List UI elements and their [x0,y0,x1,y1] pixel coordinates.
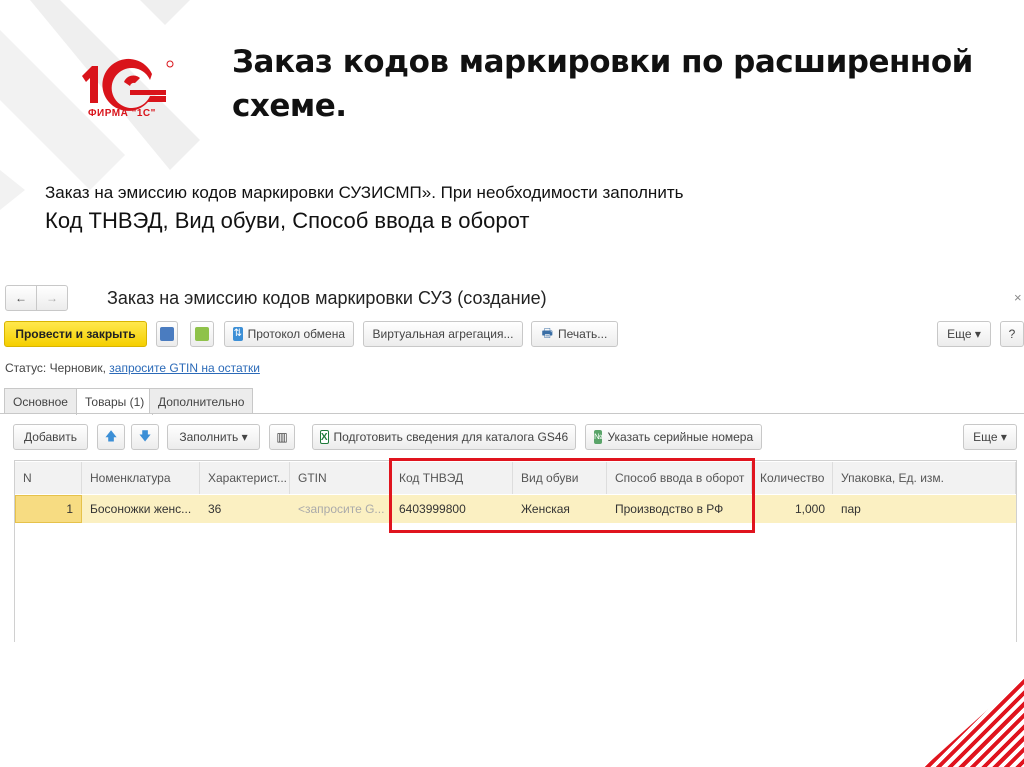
column-header[interactable]: Количество [752,462,833,494]
tab-additional[interactable]: Дополнительно [149,388,254,414]
virtual-aggregation-button[interactable]: Виртуальная агрегация... [363,321,523,347]
status-line: Статус: Черновик, запросите GTIN на оста… [5,361,260,375]
table-cell[interactable]: пар [833,495,1016,523]
post-and-close-button[interactable]: Провести и закрыть [4,321,147,347]
highlight-box [389,458,755,533]
table-cell[interactable]: Босоножки женс... [82,495,200,523]
serial-numbers-button[interactable]: № Указать серийные номера [585,424,762,450]
tabs-divider [0,413,1024,414]
table-cell[interactable]: 1,000 [752,495,833,523]
table-more-button[interactable]: Еще ▾ [963,424,1017,450]
column-header[interactable]: Упаковка, Ед. изм. [833,462,1016,494]
tab-goods[interactable]: Товары (1) [76,388,154,415]
prepare-gs46-button[interactable]: X Подготовить сведения для каталога GS46 [312,424,576,450]
exchange-log-button[interactable]: ⇅ Протокол обмена [224,321,354,347]
table-cell[interactable]: 36 [200,495,290,523]
forward-button[interactable]: → [36,285,68,311]
window-title: Заказ на эмиссию кодов маркировки СУЗ (с… [107,288,547,308]
barcode-button[interactable]: ▥ [269,424,295,450]
column-header[interactable]: GTIN [290,462,391,494]
move-down-button[interactable]: 🡇 [131,424,159,450]
save-icon [160,327,174,341]
back-button[interactable]: ← [5,285,37,311]
add-button[interactable]: Добавить [13,424,88,450]
arrow-down-icon: 🡇 [138,428,152,443]
post-document-icon [195,327,209,341]
logo-caption: ФИРМА "1С" [88,108,156,119]
save-button[interactable] [156,321,178,347]
slide-title: Заказ кодов маркировки по расширенной схе… [232,44,973,124]
more-button[interactable]: Еще ▾ [937,321,991,347]
fill-button[interactable]: Заполнить ▾ [167,424,260,450]
print-button[interactable]: 🖶 Печать... [531,321,618,347]
column-header[interactable]: N [15,462,82,494]
slide-subtitle-fields: Код ТНВЭД, Вид обуви, Способ ввода в обо… [45,208,530,233]
table-cell[interactable]: 1 [15,495,82,523]
arrow-up-icon: 🡅 [104,428,118,443]
slide-subtitle: Заказ на эмиссию кодов маркировки СУЗИСМ… [45,183,684,202]
table-cell[interactable]: <запросите G... [290,495,391,523]
printer-icon: 🖶 [541,325,553,340]
close-icon[interactable]: × [1014,290,1022,305]
exchange-arrows-icon: ⇅ [233,327,243,341]
help-button[interactable]: ? [1000,321,1024,347]
column-header[interactable]: Номенклатура [82,462,200,494]
post-button[interactable] [190,321,214,347]
column-header[interactable]: Характерист... [200,462,290,494]
request-gtin-link[interactable]: запросите GTIN на остатки [109,361,260,375]
excel-icon: X [319,430,329,444]
barcode-icon: ▥ [276,430,288,444]
number-icon: № [593,430,603,444]
tab-main[interactable]: Основное [4,388,77,414]
move-up-button[interactable]: 🡅 [97,424,125,450]
